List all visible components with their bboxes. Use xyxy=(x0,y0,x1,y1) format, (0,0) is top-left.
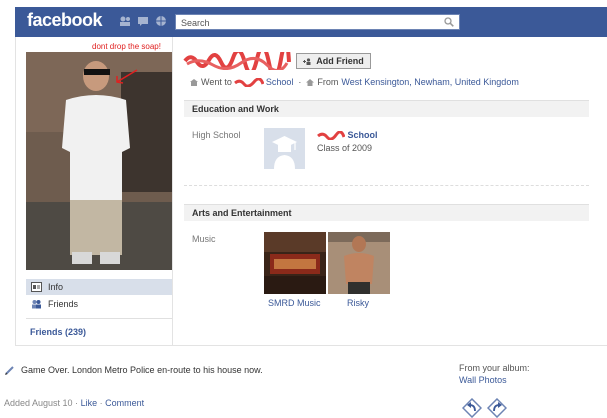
sidebar-item-friends[interactable]: Friends xyxy=(26,296,172,312)
add-friend-button[interactable]: Add Friend xyxy=(296,53,371,69)
school-thumbnail[interactable] xyxy=(264,128,305,169)
annotation-arrow-icon xyxy=(116,69,138,84)
friend-requests-icon[interactable] xyxy=(119,15,131,27)
album-from-label: From your album: xyxy=(459,363,530,373)
info-icon xyxy=(31,282,42,292)
home-icon xyxy=(306,78,315,86)
school-name-link[interactable]: School xyxy=(317,130,378,141)
pencil-icon xyxy=(5,366,14,375)
profile-info-line: Went to School · From West Kensington, N… xyxy=(190,77,519,87)
facebook-logo[interactable]: facebook xyxy=(27,10,103,31)
annotation-text: dont drop the soap! xyxy=(92,42,161,51)
education-section-header: Education and Work xyxy=(184,100,589,117)
rotate-right-icon[interactable] xyxy=(487,398,507,418)
school-placeholder-icon xyxy=(264,128,305,169)
separator: · xyxy=(298,77,302,87)
friends-icon xyxy=(32,300,41,309)
section-divider xyxy=(184,185,589,186)
music-item-label[interactable]: SMRD Music xyxy=(268,298,321,308)
music-thumb-smrd[interactable] xyxy=(264,232,326,294)
sidebar-item-label: Friends xyxy=(48,299,79,309)
school-name-text: School xyxy=(347,130,378,140)
profile-photo xyxy=(26,52,172,270)
search-icon[interactable] xyxy=(444,17,454,27)
high-school-label: High School xyxy=(192,130,241,140)
went-to-school-link[interactable]: School xyxy=(266,77,294,87)
music-item-label[interactable]: Risky xyxy=(347,298,369,308)
profile-bottom-border xyxy=(15,345,607,346)
from-prefix: From xyxy=(317,77,339,87)
redacted-name-scribble xyxy=(183,52,291,70)
rotate-left-icon[interactable] xyxy=(462,398,482,418)
arts-section-header: Arts and Entertainment xyxy=(184,204,589,221)
like-link[interactable]: Like xyxy=(81,398,98,408)
school-class: Class of 2009 xyxy=(317,143,373,153)
add-friend-icon xyxy=(303,57,311,65)
search-placeholder: Search xyxy=(181,18,210,28)
smrd-music-image xyxy=(264,232,326,294)
redacted-school-name-scribble xyxy=(317,130,346,141)
redacted-school-scribble xyxy=(233,77,264,87)
add-friend-label: Add Friend xyxy=(316,56,364,66)
sidebar-item-label: Info xyxy=(48,282,64,292)
from-location-link[interactable]: West Kensington, Newham, United Kingdom xyxy=(341,77,518,87)
risky-image xyxy=(328,232,390,294)
messages-icon[interactable] xyxy=(137,15,149,27)
notification-jewels xyxy=(119,15,167,27)
comment-link[interactable]: Comment xyxy=(105,398,144,408)
notifications-icon[interactable] xyxy=(155,15,167,27)
school-icon xyxy=(190,78,198,86)
sidebar-item-info[interactable]: Info xyxy=(26,279,172,295)
top-bar: facebook Search xyxy=(15,7,607,37)
album-name-link[interactable]: Wall Photos xyxy=(459,375,507,385)
friends-count-link[interactable]: Friends (239) xyxy=(30,327,86,337)
story-text: Game Over. London Metro Police en-route … xyxy=(21,365,263,375)
went-to-prefix: Went to xyxy=(201,77,232,87)
divider xyxy=(26,318,172,319)
profile-picture[interactable] xyxy=(26,52,172,270)
story-added-date: Added August 10 · xyxy=(4,398,79,408)
story-meta: Added August 10 · Like · Comment xyxy=(4,398,144,408)
music-thumb-risky[interactable] xyxy=(328,232,390,294)
music-label: Music xyxy=(192,234,216,244)
search-input[interactable]: Search xyxy=(175,14,460,30)
meta-separator: · xyxy=(99,398,103,408)
